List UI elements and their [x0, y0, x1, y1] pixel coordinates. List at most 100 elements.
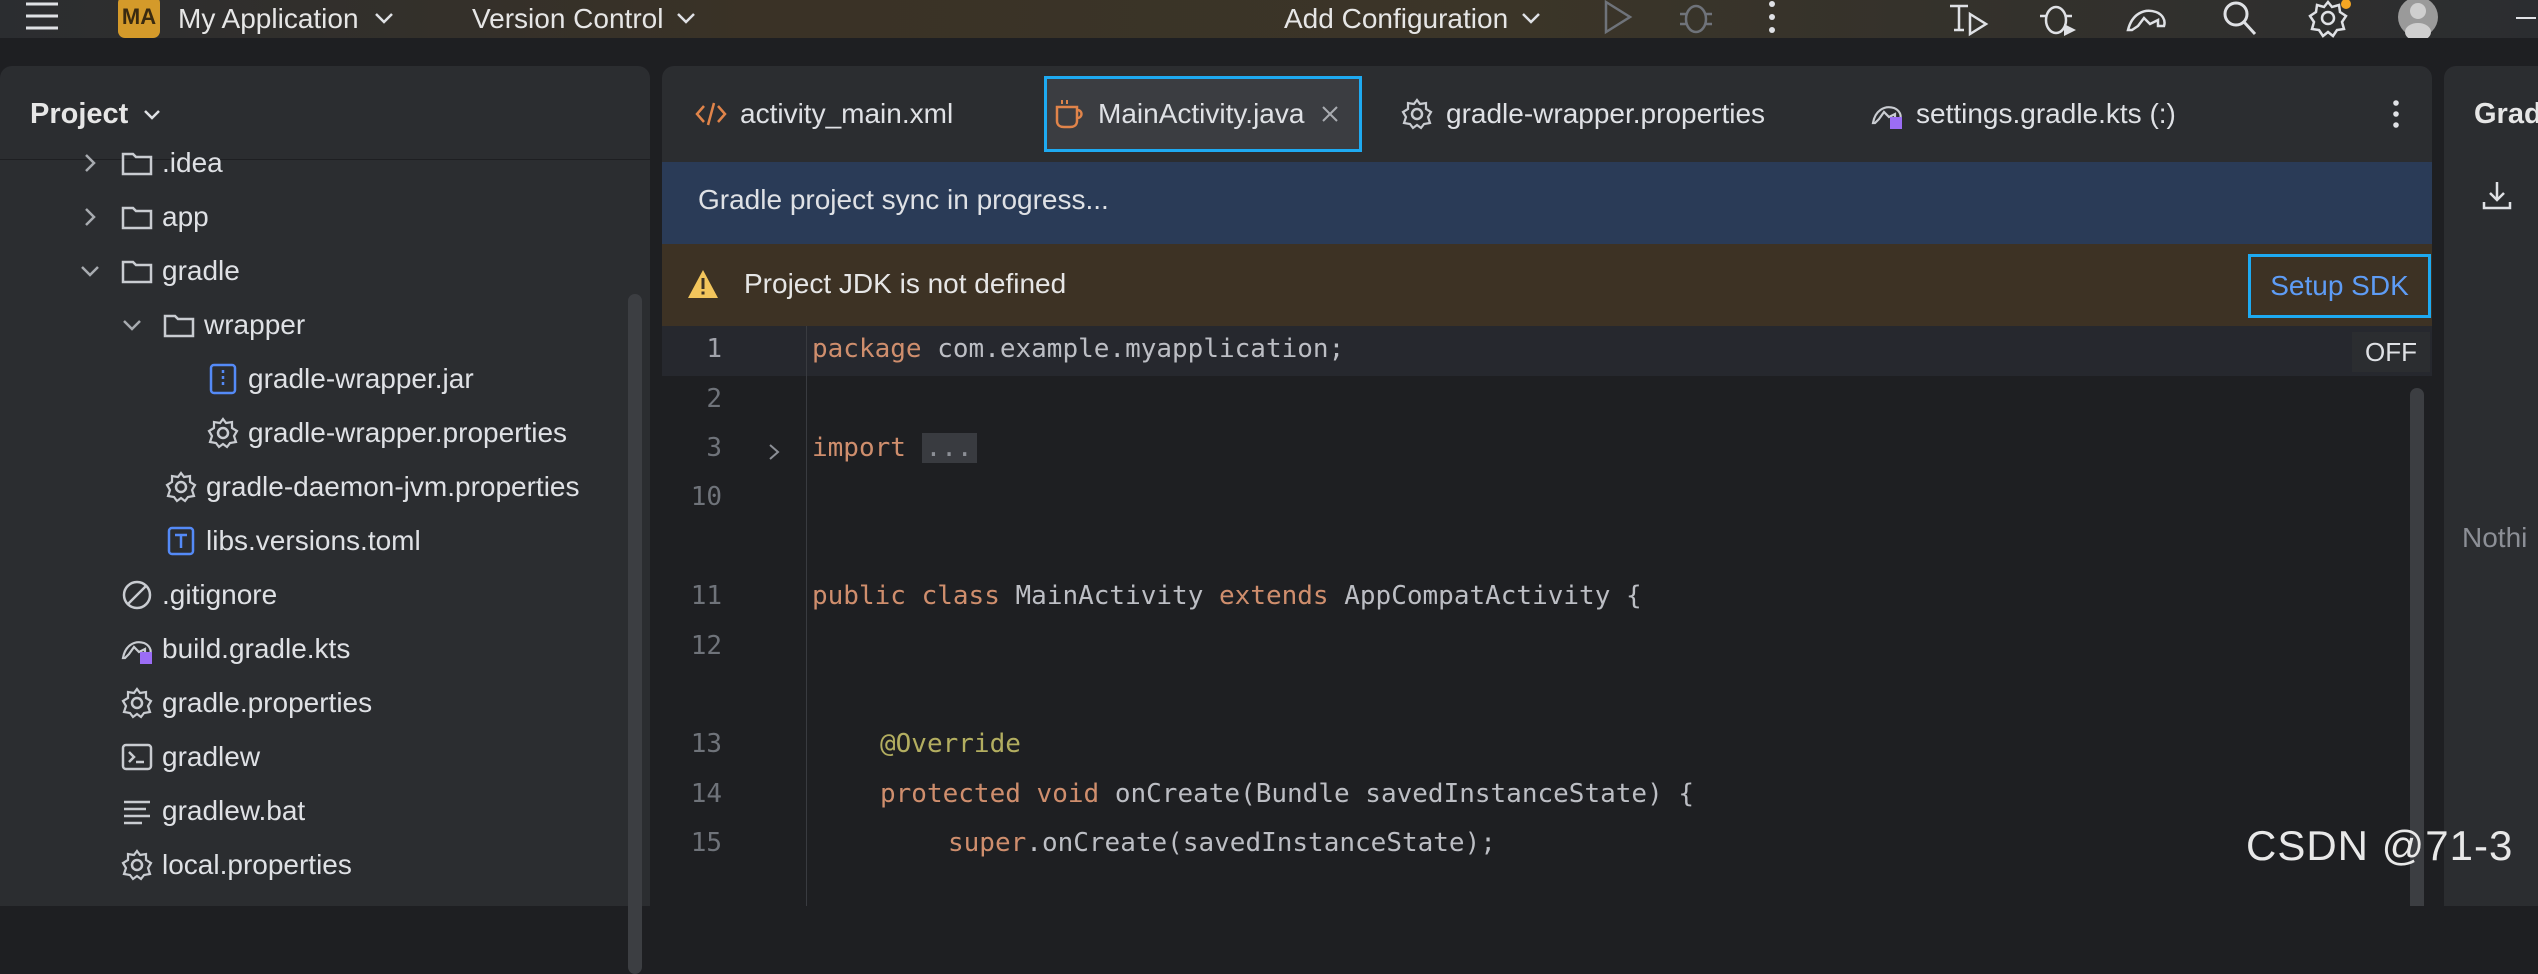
chevron-down-icon[interactable]	[78, 259, 102, 283]
debug-icon[interactable]	[1676, 0, 1716, 38]
run-config-label: Add Configuration	[1284, 3, 1509, 34]
properties-icon	[164, 470, 198, 504]
tree-item-label: gradle-wrapper.properties	[248, 417, 568, 448]
tree-item-build-gradle-kts[interactable]: build.gradle.kts	[120, 624, 350, 674]
properties-icon	[206, 416, 240, 450]
build-run-icon[interactable]	[1946, 0, 1990, 38]
chevron-right-icon[interactable]	[78, 205, 102, 229]
hamburger-icon[interactable]	[22, 0, 62, 38]
code-line: @Override	[880, 729, 1021, 759]
tree-item-gradle-daemon-jvm-properties[interactable]: gradle-daemon-jvm.properties	[164, 462, 580, 512]
run-configuration-selector[interactable]: Add Configuration	[1284, 0, 1542, 38]
line-number: 11	[690, 581, 722, 611]
code-line: package com.example.myapplication;	[812, 334, 1345, 364]
properties-icon	[120, 848, 154, 882]
download-icon[interactable]	[2480, 178, 2514, 212]
version-control-menu[interactable]: Version Control	[472, 0, 697, 38]
profiler-icon[interactable]	[2036, 0, 2080, 38]
code-editor[interactable]: 1 2 3 10 11 12 13 14 15 package com.exam…	[662, 326, 2432, 906]
line-number: 2	[706, 384, 722, 414]
project-scrollbar[interactable]	[628, 294, 642, 974]
properties-icon	[120, 686, 154, 720]
folder-icon	[120, 146, 154, 180]
warning-icon	[686, 268, 720, 300]
tree-item-idea[interactable]: .idea	[78, 138, 223, 188]
editor: activity_main.xml MainActivity.java grad…	[662, 66, 2432, 906]
off-badge[interactable]: OFF	[2352, 332, 2430, 372]
tree-item-label: app	[162, 201, 209, 232]
more-vert-icon[interactable]	[2388, 66, 2404, 162]
run-icon[interactable]	[1600, 0, 1634, 38]
chevron-right-icon[interactable]	[78, 151, 102, 175]
tab-gradle-wrapper-properties[interactable]: gradle-wrapper.properties	[1400, 66, 1765, 162]
tree-item-label: libs.versions.toml	[206, 525, 421, 556]
tree-item-libs-versions-toml[interactable]: libs.versions.toml	[164, 516, 421, 566]
tab-settings-gradle-kts[interactable]: settings.gradle.kts (:)	[1870, 66, 2176, 162]
tree-item-label: gradle-daemon-jvm.properties	[206, 471, 580, 502]
gradle-empty-text: Nothi	[2462, 522, 2528, 553]
ignore-icon	[120, 578, 154, 612]
more-vert-icon[interactable]	[1760, 0, 1784, 38]
chevron-down-icon[interactable]	[120, 313, 144, 337]
code-line: public class MainActivity extends AppCom…	[812, 581, 1642, 611]
tab-label: gradle-wrapper.properties	[1446, 98, 1766, 129]
tree-item-label: gradle.properties	[162, 687, 373, 718]
project-badge: MA	[118, 0, 160, 38]
chevron-down-icon	[142, 108, 162, 122]
tree-item-label: wrapper	[204, 309, 306, 340]
line-number: 14	[690, 779, 722, 809]
folded-imports[interactable]: ...	[921, 433, 977, 463]
project-name: My Application	[178, 3, 359, 34]
title-bar: MA My Application Version Control Add Co…	[0, 0, 2538, 38]
tree-item-gradle[interactable]: gradle	[78, 246, 240, 296]
jdk-warning-banner: Project JDK is not defined Setup SDK	[662, 244, 2432, 328]
java-icon	[1052, 97, 1086, 131]
tree-item-label: build.gradle.kts	[162, 633, 351, 664]
fold-expand-icon[interactable]	[766, 442, 782, 462]
project-panel-title: Project	[30, 98, 129, 130]
gutter-divider	[806, 326, 807, 906]
sync-banner-text: Gradle project sync in progress...	[698, 184, 1109, 215]
tree-item-gitignore[interactable]: .gitignore	[120, 570, 277, 620]
gradle-kts-icon	[120, 632, 154, 666]
line-number: 12	[690, 631, 722, 661]
tree-item-label: .gitignore	[162, 579, 278, 610]
gradle-sync-icon[interactable]	[2124, 0, 2170, 38]
tree-item-gradlew-bat[interactable]: gradlew.bat	[120, 786, 305, 836]
search-icon[interactable]	[2220, 0, 2260, 38]
line-number: 13	[690, 729, 722, 759]
tree-item-label: .idea	[162, 147, 223, 178]
avatar[interactable]	[2396, 0, 2440, 38]
tab-activity-main-xml[interactable]: activity_main.xml	[694, 66, 953, 162]
settings-icon[interactable]	[2308, 0, 2352, 38]
tab-mainactivity-java[interactable]: MainActivity.java	[1052, 66, 1340, 162]
project-tool-window: Project .idea app gradle wrapper gradle-…	[0, 66, 650, 974]
setup-sdk-link[interactable]: Setup SDK	[2248, 254, 2431, 318]
jdk-warning-text: Project JDK is not defined	[744, 268, 1067, 299]
project-view-selector[interactable]: Project	[30, 98, 162, 131]
tree-item-label: gradle	[162, 255, 240, 286]
tree-item-gradlew[interactable]: gradlew	[120, 732, 260, 782]
code-line: super.onCreate(savedInstanceState);	[948, 828, 1496, 858]
minimize-icon[interactable]	[2514, 16, 2538, 22]
tree-item-gradle-wrapper-properties[interactable]: gradle-wrapper.properties	[206, 408, 567, 458]
project-switcher[interactable]: MA My Application	[118, 0, 395, 38]
line-number: 3	[706, 433, 722, 463]
tree-item-label: local.properties	[162, 849, 352, 880]
tree-item-local-properties[interactable]: local.properties	[120, 840, 352, 890]
close-icon[interactable]	[1320, 104, 1340, 124]
editor-tab-bar: activity_main.xml MainActivity.java grad…	[662, 66, 2432, 162]
tree-item-gradle-properties[interactable]: gradle.properties	[120, 678, 372, 728]
tree-item-app[interactable]: app	[78, 192, 209, 242]
line-number: 1	[706, 334, 722, 364]
terminal-icon	[120, 740, 154, 774]
tree-item-label: gradlew	[162, 741, 261, 772]
folder-icon	[120, 200, 154, 234]
gradle-panel-title: Grad	[2474, 98, 2538, 130]
gradle-tool-window: Grad Nothi	[2444, 66, 2538, 906]
jar-icon	[206, 362, 240, 396]
tree-item-wrapper[interactable]: wrapper	[120, 300, 305, 350]
chevron-down-icon	[675, 12, 697, 26]
text-file-icon	[120, 794, 154, 828]
tree-item-gradle-wrapper-jar[interactable]: gradle-wrapper.jar	[206, 354, 474, 404]
